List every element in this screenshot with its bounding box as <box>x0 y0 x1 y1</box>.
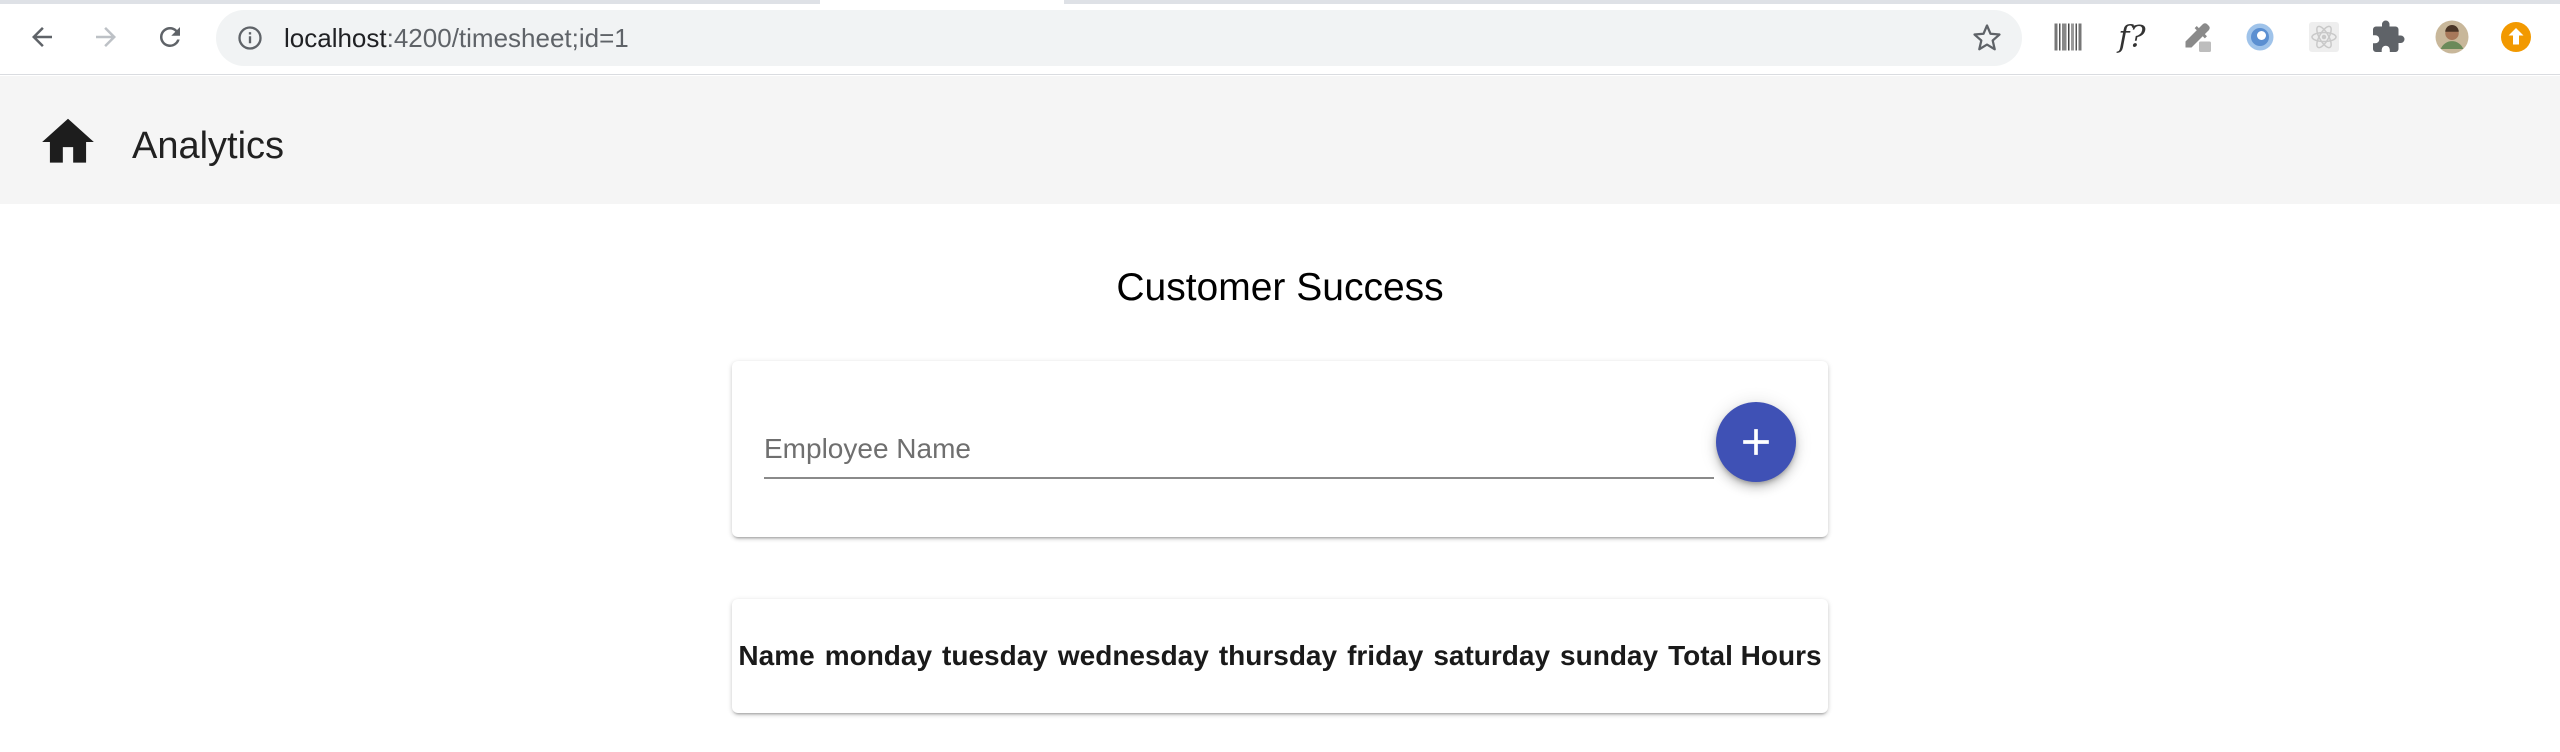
back-button[interactable] <box>18 13 66 61</box>
f-question-icon[interactable]: f? <box>2113 18 2151 56</box>
arrow-right-icon <box>96 27 116 47</box>
employee-form-card <box>732 361 1828 537</box>
employee-name-input[interactable] <box>764 421 1714 477</box>
url-path: :4200/timesheet;id=1 <box>386 23 629 53</box>
tab-strip <box>0 0 2560 4</box>
blue-orb-icon[interactable] <box>2241 18 2279 56</box>
info-icon[interactable] <box>236 24 264 52</box>
forward-button[interactable] <box>82 13 130 61</box>
barcode-icon[interactable] <box>2049 18 2087 56</box>
puzzle-icon[interactable] <box>2369 18 2407 56</box>
column-header-sunday: sunday <box>1560 640 1659 671</box>
url-host: localhost <box>284 23 387 53</box>
app-title: Analytics <box>132 125 285 167</box>
f-question-label: f? <box>2118 19 2146 55</box>
column-header-wednesday: wednesday <box>1057 640 1209 671</box>
column-header-thursday: thursday <box>1218 640 1338 671</box>
column-header-monday: monday <box>824 640 933 671</box>
column-header-friday: friday <box>1347 640 1424 671</box>
address-bar[interactable]: localhost:4200/timesheet;id=1 <box>216 10 2022 66</box>
arrow-left-icon <box>32 27 52 47</box>
eyedropper-icon[interactable] <box>2177 18 2215 56</box>
react-icon[interactable] <box>2305 18 2343 56</box>
bookmark-star-icon[interactable] <box>1972 23 2002 53</box>
page-title: Customer Success <box>1116 266 1444 309</box>
update-icon[interactable] <box>2497 18 2535 56</box>
add-employee-button[interactable] <box>1716 402 1796 482</box>
url-text[interactable]: localhost:4200/timesheet;id=1 <box>284 10 629 66</box>
browser-toolbar: localhost:4200/timesheet;id=1 f? <box>0 0 2560 75</box>
app-toolbar: Analytics <box>0 76 2560 204</box>
reload-button[interactable] <box>146 13 194 61</box>
column-header-total-hours: Total Hours <box>1668 640 1822 671</box>
timesheet-table-card: Name monday tuesday wednesday thursday f… <box>732 599 1828 713</box>
home-button[interactable] <box>36 112 100 172</box>
column-header-tuesday: tuesday <box>942 640 1048 671</box>
plus-icon <box>1743 429 1769 455</box>
column-header-saturday: saturday <box>1433 640 1551 671</box>
avatar[interactable] <box>2433 18 2471 56</box>
employee-name-field <box>764 421 1714 479</box>
column-header-name: Name <box>738 640 815 671</box>
reload-icon <box>159 26 180 47</box>
table-header-row: Name monday tuesday wednesday thursday f… <box>732 599 1828 713</box>
home-icon <box>42 118 94 163</box>
